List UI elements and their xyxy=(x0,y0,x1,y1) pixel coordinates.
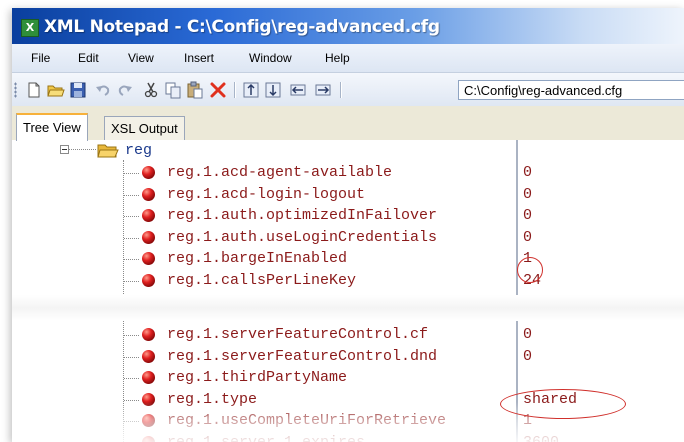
new-icon[interactable] xyxy=(25,81,43,99)
tree-row[interactable]: reg.1.callsPerLineKey 24 xyxy=(12,270,684,291)
tree-connector xyxy=(124,356,139,358)
attribute-name: reg.1.serverFeatureControl.cf xyxy=(167,326,429,343)
attribute-name: reg.1.callsPerLineKey xyxy=(167,271,357,289)
attribute-bullet-icon xyxy=(142,166,155,179)
tree-row[interactable]: reg.1.acd-login-logout 0 xyxy=(12,184,684,205)
tree-connector xyxy=(124,216,139,217)
toolbar-grip[interactable] xyxy=(14,82,17,98)
menu-edit[interactable]: Edit xyxy=(78,51,99,65)
tree-connector xyxy=(124,335,139,336)
menu-bar: File Edit View Insert Window Help xyxy=(12,44,684,73)
attribute-bullet-icon xyxy=(142,435,155,442)
attribute-name: reg.1.acd-agent-available xyxy=(167,164,393,181)
xml-notepad-icon: X xyxy=(21,19,39,37)
attribute-name: reg.1.serverFeatureControl.dnd xyxy=(167,347,438,365)
attribute-name: reg.1.auth.useLoginCredentials xyxy=(167,228,438,246)
attribute-bullet-icon xyxy=(142,371,155,384)
nudge-down-icon[interactable] xyxy=(264,81,282,99)
attribute-value[interactable]: 0 xyxy=(523,348,532,365)
tree-connector xyxy=(124,280,139,282)
nudge-up-icon[interactable] xyxy=(242,81,260,99)
attribute-value[interactable]: 0 xyxy=(523,326,532,343)
tree-row[interactable]: reg.1.bargeInEnabled 1 xyxy=(12,248,684,269)
open-icon[interactable] xyxy=(47,81,65,99)
attribute-bullet-icon xyxy=(142,349,155,363)
toolbar-separator xyxy=(234,82,236,98)
nudge-right-icon[interactable] xyxy=(314,81,332,99)
attribute-value[interactable]: 3600 xyxy=(523,434,559,442)
menu-help[interactable]: Help xyxy=(325,51,350,65)
attribute-value[interactable]: 0 xyxy=(523,229,532,246)
toolbar: C:\Config\reg-advanced.cfg xyxy=(12,73,684,107)
attribute-value[interactable]: 0 xyxy=(523,207,532,224)
folder-open-icon xyxy=(97,144,119,158)
attribute-bullet-icon xyxy=(142,414,155,427)
tree-node-reg[interactable]: reg xyxy=(12,140,512,162)
attribute-bullet-icon xyxy=(142,273,155,287)
tree-row[interactable]: reg.1.thirdPartyName xyxy=(12,367,684,388)
nudge-left-icon[interactable] xyxy=(289,81,307,99)
menu-window[interactable]: Window xyxy=(249,51,292,65)
tree-row[interactable]: reg.1.auth.optimizedInFailover 0 xyxy=(12,205,684,226)
collapse-toggle-icon[interactable] xyxy=(60,145,69,154)
tree-connector xyxy=(124,173,139,174)
tree-connector xyxy=(124,399,139,401)
attribute-name: reg.1.auth.optimizedInFailover xyxy=(167,207,438,224)
undo-icon[interactable] xyxy=(94,81,112,99)
attribute-name: reg.1.useCompleteUriForRetrieve xyxy=(167,412,447,429)
attribute-bullet-icon xyxy=(142,230,155,244)
highlight-circle xyxy=(517,257,543,283)
tree-row[interactable]: reg.1.serverFeatureControl.dnd 0 xyxy=(12,346,684,367)
attribute-bullet-icon xyxy=(142,209,155,222)
screenshot-break xyxy=(12,295,684,321)
tab-tree-view[interactable]: Tree View xyxy=(16,113,88,141)
menu-file[interactable]: File xyxy=(31,51,50,65)
menu-insert[interactable]: Insert xyxy=(184,51,214,65)
tree-connector xyxy=(124,421,139,422)
file-path-field[interactable]: C:\Config\reg-advanced.cfg xyxy=(458,80,684,100)
attribute-bullet-icon xyxy=(142,252,155,265)
attribute-name: reg.1.bargeInEnabled xyxy=(167,250,348,267)
attribute-name: reg.1.thirdPartyName xyxy=(167,369,348,386)
attribute-name: reg.1.server.1.expires xyxy=(167,433,366,442)
tree-row[interactable]: reg.1.serverFeatureControl.cf 0 xyxy=(12,324,684,345)
attribute-name: reg.1.type xyxy=(167,390,258,408)
highlight-ellipse xyxy=(500,389,626,419)
tab-xsl-output[interactable]: XSL Output xyxy=(104,116,185,140)
tree-node-label: reg xyxy=(125,142,153,159)
attribute-bullet-icon xyxy=(142,328,155,341)
save-icon[interactable] xyxy=(69,81,87,99)
tree-connector xyxy=(124,259,139,260)
tree-connector xyxy=(124,237,139,239)
paste-icon[interactable] xyxy=(186,81,204,99)
tree-row[interactable]: reg.1.auth.useLoginCredentials 0 xyxy=(12,227,684,248)
toolbar-separator xyxy=(340,82,342,98)
cut-icon[interactable] xyxy=(142,81,160,99)
tree-connector xyxy=(124,378,139,379)
tree-row[interactable]: reg.1.server.1.expires 3600 xyxy=(12,432,684,442)
menu-view[interactable]: View xyxy=(128,51,154,65)
attribute-value[interactable]: 0 xyxy=(523,186,532,203)
attribute-bullet-icon xyxy=(142,187,155,201)
tree-row[interactable]: reg.1.acd-agent-available 0 xyxy=(12,162,684,183)
window-title: XML Notepad - C:\Config\reg-advanced.cfg xyxy=(44,17,440,37)
xml-notepad-window: X XML Notepad - C:\Config\reg-advanced.c… xyxy=(12,8,684,442)
view-tabs: Tree View XSL Output xyxy=(12,106,684,141)
delete-icon[interactable] xyxy=(209,81,227,99)
copy-icon[interactable] xyxy=(164,81,182,99)
attribute-bullet-icon xyxy=(142,392,155,406)
tree-view-panel: reg reg.1.acd-agent-available 0 reg.1.acd-… xyxy=(12,140,684,442)
tree-connector xyxy=(124,194,139,196)
title-bar[interactable]: X XML Notepad - C:\Config\reg-advanced.c… xyxy=(12,8,684,44)
attribute-value[interactable]: 0 xyxy=(523,164,532,181)
attribute-name: reg.1.acd-login-logout xyxy=(167,185,366,203)
redo-icon[interactable] xyxy=(116,81,134,99)
